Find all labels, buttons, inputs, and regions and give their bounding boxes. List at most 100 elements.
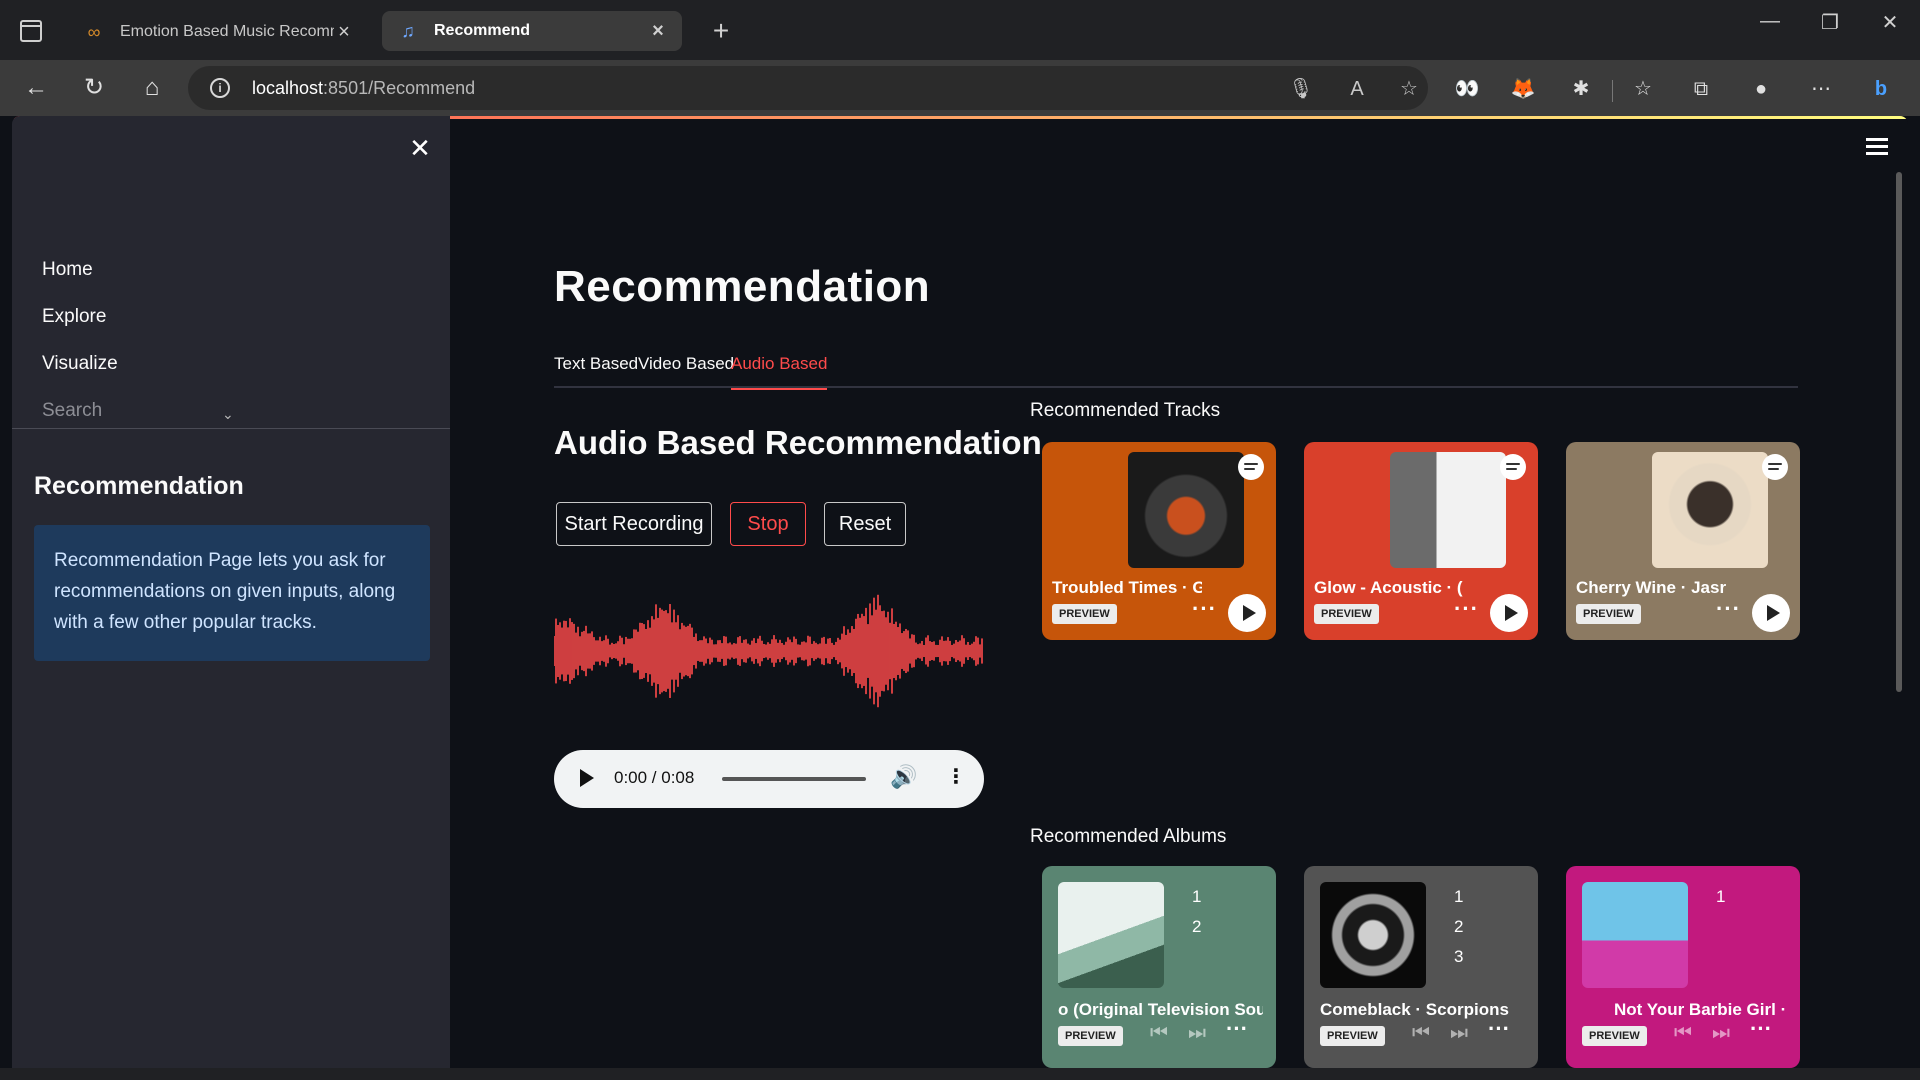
play-icon[interactable] bbox=[580, 769, 594, 787]
toolbar-divider bbox=[1612, 80, 1613, 102]
more-menu-icon[interactable]: ⋯ bbox=[1806, 74, 1836, 104]
recommendation-tabs: Text Based Video Based Audio Based bbox=[554, 348, 1798, 390]
back-icon[interactable]: ← bbox=[18, 70, 54, 106]
skip-forward-icon[interactable]: ⏭ bbox=[1450, 1022, 1468, 1045]
restore-icon[interactable]: ❐ bbox=[1810, 10, 1850, 35]
more-options-icon[interactable]: ··· bbox=[1716, 596, 1741, 622]
minimize-icon[interactable]: — bbox=[1750, 10, 1790, 33]
streamlit-page: ✕ Home Explore Visualize Search ⌄ Recomm… bbox=[12, 116, 1908, 1068]
read-aloud-icon[interactable]: A bbox=[1344, 76, 1370, 102]
preview-badge: PREVIEW bbox=[1576, 604, 1641, 624]
recommended-albums-heading: Recommended Albums bbox=[1030, 826, 1227, 847]
track-numbers: 1 2 bbox=[1192, 887, 1202, 936]
sidebar-item-explore[interactable]: Explore bbox=[42, 293, 118, 340]
album-title: Not Your Barbie Girl · bbox=[1614, 1000, 1787, 1019]
collections-icon[interactable]: ⧉ bbox=[1686, 74, 1716, 104]
album-art bbox=[1390, 452, 1506, 568]
more-options-icon[interactable]: ··· bbox=[1192, 596, 1217, 622]
album-card[interactable]: 1 Not Your Barbie Girl · PREVIEW ⏮ ⏭ ··· bbox=[1566, 866, 1800, 1068]
address-bar[interactable]: i localhost:8501/Recommend 🎙 A ☆ bbox=[188, 66, 1428, 110]
track-card[interactable]: Cherry Wine · Jasr PREVIEW ··· bbox=[1566, 442, 1800, 640]
tab-video-based[interactable]: Video Based bbox=[638, 354, 734, 388]
audio-waveform bbox=[554, 594, 983, 708]
audio-time: 0:00 / 0:08 bbox=[614, 768, 695, 787]
window-close-icon[interactable]: ✕ bbox=[1870, 10, 1910, 35]
more-options-icon[interactable]: ··· bbox=[1226, 1016, 1248, 1042]
tab-audio-based[interactable]: Audio Based bbox=[731, 354, 828, 390]
window-bottom-edge bbox=[0, 1068, 1920, 1080]
page-title: Recommendation bbox=[554, 262, 931, 311]
browser-tab-strip: ∞ Emotion Based Music Recommer × ♫ Recom… bbox=[0, 0, 1920, 60]
spotify-icon[interactable] bbox=[1762, 454, 1788, 480]
infinity-favicon-icon: ∞ bbox=[87, 21, 101, 42]
skip-forward-icon[interactable]: ⏭ bbox=[1188, 1022, 1206, 1045]
album-card[interactable]: 1 2 o (Original Television Sou PREVIEW ⏮… bbox=[1042, 866, 1276, 1068]
track-numbers: 1 2 3 bbox=[1454, 887, 1464, 966]
preview-badge: PREVIEW bbox=[1320, 1026, 1385, 1046]
skip-back-icon[interactable]: ⏮ bbox=[1150, 1022, 1168, 1045]
volume-icon[interactable]: 🔊 bbox=[890, 764, 917, 790]
metamask-fox-icon[interactable]: 🦊 bbox=[1508, 74, 1538, 104]
track-title: Cherry Wine · Jasr bbox=[1576, 578, 1726, 597]
album-art bbox=[1320, 882, 1426, 988]
sidebar-info-box: Recommendation Page lets you ask for rec… bbox=[34, 525, 430, 661]
track-numbers: 1 bbox=[1716, 887, 1726, 906]
sidebar-item-visualize[interactable]: Visualize bbox=[42, 340, 118, 387]
spotify-icon[interactable] bbox=[1500, 454, 1526, 480]
audio-progress-bar[interactable] bbox=[722, 777, 866, 781]
site-info-icon[interactable]: i bbox=[210, 78, 230, 98]
refresh-icon[interactable]: ↻ bbox=[76, 70, 112, 106]
sidebar-section-title: Recommendation bbox=[34, 472, 244, 500]
preview-badge: PREVIEW bbox=[1058, 1026, 1123, 1046]
start-recording-button[interactable]: Start Recording bbox=[556, 502, 712, 546]
close-sidebar-icon[interactable]: ✕ bbox=[404, 132, 436, 164]
tab-text-based[interactable]: Text Based bbox=[554, 354, 638, 388]
extensions-puzzle-icon[interactable]: ✱ bbox=[1566, 74, 1596, 104]
spotify-icon[interactable] bbox=[1238, 454, 1264, 480]
sidebar: ✕ Home Explore Visualize Search ⌄ Recomm… bbox=[12, 116, 450, 1068]
close-icon[interactable]: × bbox=[648, 20, 668, 43]
album-card[interactable]: 1 2 3 Comeblack · Scorpions PREVIEW ⏮ ⏭ … bbox=[1304, 866, 1538, 1068]
new-tab-icon[interactable]: + bbox=[706, 14, 736, 48]
microphone-icon[interactable]: 🎙 bbox=[1288, 76, 1314, 102]
sidebar-item-home[interactable]: Home bbox=[42, 246, 118, 293]
track-title: Troubled Times · G bbox=[1052, 578, 1202, 597]
close-icon[interactable]: × bbox=[334, 21, 354, 44]
bing-icon[interactable]: b bbox=[1866, 74, 1896, 104]
add-favorite-icon[interactable]: ☆ bbox=[1396, 76, 1422, 102]
extension-eyes-icon[interactable]: 👀 bbox=[1452, 74, 1482, 104]
tab-actions-icon[interactable] bbox=[20, 20, 42, 42]
home-icon[interactable]: ⌂ bbox=[134, 70, 170, 106]
play-button-icon[interactable] bbox=[1228, 594, 1266, 632]
music-favicon-icon: ♫ bbox=[401, 20, 415, 41]
browser-tab-emotion[interactable]: ∞ Emotion Based Music Recommer × bbox=[68, 12, 368, 52]
album-art bbox=[1652, 452, 1768, 568]
url-text[interactable]: localhost:8501/Recommend bbox=[252, 78, 475, 99]
track-title: Glow - Acoustic · ( bbox=[1314, 578, 1463, 597]
more-options-icon[interactable]: ··· bbox=[1454, 596, 1479, 622]
preview-badge: PREVIEW bbox=[1052, 604, 1117, 624]
more-options-icon[interactable]: ··· bbox=[1750, 1016, 1772, 1042]
skip-forward-icon[interactable]: ⏭ bbox=[1712, 1022, 1730, 1045]
profile-avatar[interactable]: ● bbox=[1746, 74, 1776, 104]
play-button-icon[interactable] bbox=[1490, 594, 1528, 632]
more-options-icon[interactable]: ··· bbox=[1488, 1016, 1510, 1042]
reset-button[interactable]: Reset bbox=[824, 502, 906, 546]
stop-button[interactable]: Stop bbox=[730, 502, 806, 546]
main-content: Recommendation Text Based Video Based Au… bbox=[450, 116, 1908, 1068]
skip-back-icon[interactable]: ⏮ bbox=[1674, 1022, 1692, 1045]
browser-tab-recommend[interactable]: ♫ Recommend × bbox=[382, 11, 682, 51]
track-card[interactable]: Glow - Acoustic · ( PREVIEW ··· bbox=[1304, 442, 1538, 640]
audio-player[interactable]: 0:00 / 0:08 🔊 ⋮ bbox=[554, 750, 984, 808]
track-card[interactable]: Troubled Times · G PREVIEW ··· bbox=[1042, 442, 1276, 640]
preview-badge: PREVIEW bbox=[1314, 604, 1379, 624]
preview-badge: PREVIEW bbox=[1582, 1026, 1647, 1046]
tab-title: Emotion Based Music Recommer bbox=[120, 23, 334, 40]
album-art bbox=[1582, 882, 1688, 988]
chevron-down-icon[interactable]: ⌄ bbox=[222, 406, 234, 423]
play-button-icon[interactable] bbox=[1752, 594, 1790, 632]
favorites-icon[interactable]: ☆ bbox=[1628, 74, 1658, 104]
audio-more-icon[interactable]: ⋮ bbox=[946, 764, 966, 789]
skip-back-icon[interactable]: ⏮ bbox=[1412, 1022, 1430, 1045]
sidebar-item-search[interactable]: Search bbox=[42, 387, 118, 434]
